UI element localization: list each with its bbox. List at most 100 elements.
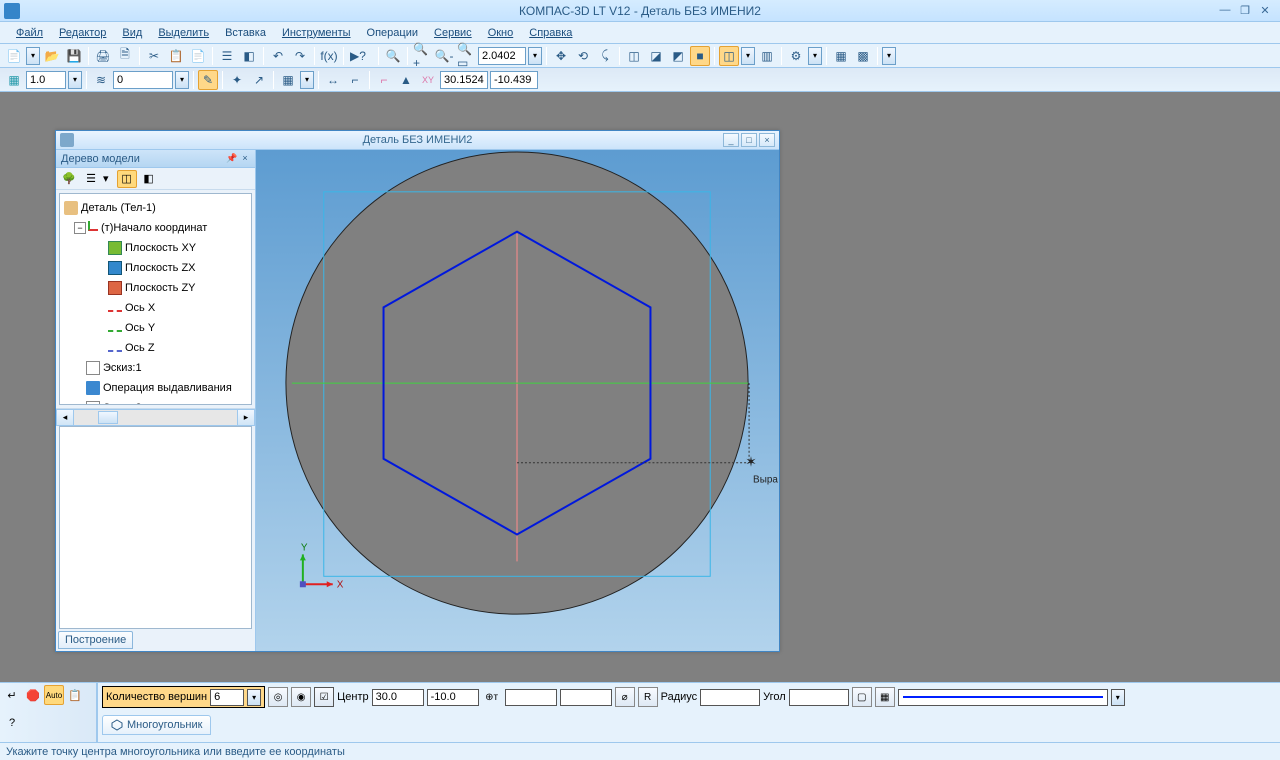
menu-file[interactable]: Файл <box>8 24 51 42</box>
tree-axis-z[interactable]: Ось Z <box>125 342 155 354</box>
radius-input[interactable] <box>700 689 760 706</box>
shaded-edges-button[interactable]: ◩ <box>668 46 688 66</box>
zoom-fit-button[interactable]: 🔍 <box>383 46 403 66</box>
help-context-button[interactable]: ▶? <box>348 46 368 66</box>
scroll-thumb[interactable] <box>98 411 118 424</box>
tree-collapse-origin[interactable]: − <box>74 222 86 234</box>
properties-button[interactable]: ☰ <box>217 46 237 66</box>
print-button[interactable]: 🖨 <box>93 46 113 66</box>
help-prop-button[interactable]: ? <box>2 713 22 733</box>
circumscribed-button[interactable]: ◉ <box>291 687 311 707</box>
radius-mode-button[interactable]: R <box>638 687 658 707</box>
scroll-left-button[interactable]: ◂ <box>56 409 74 426</box>
center-mode-button[interactable]: ☑ <box>314 687 334 707</box>
tree-origin[interactable]: (т)Начало координат <box>101 222 207 234</box>
menu-window[interactable]: Окно <box>480 24 522 42</box>
perspective-button[interactable]: ◫ <box>719 46 739 66</box>
sketch-button[interactable]: ✎ <box>198 70 218 90</box>
vertices-dropdown[interactable]: ▾ <box>247 689 261 706</box>
close-button[interactable]: ✕ <box>1256 2 1274 18</box>
line-style-select[interactable] <box>898 689 1108 706</box>
center-x-input[interactable] <box>372 689 424 706</box>
tree-axis-x[interactable]: Ось X <box>125 302 155 314</box>
copy-obj-button[interactable]: 📋 <box>65 685 85 705</box>
menu-operations[interactable]: Операции <box>359 24 426 42</box>
tree-mode-3-button[interactable]: ◫ <box>117 170 137 188</box>
new-button[interactable]: 📄 <box>4 46 24 66</box>
orbit-button[interactable]: ⤹ <box>595 46 615 66</box>
minimize-button[interactable]: — <box>1216 2 1234 18</box>
ortho-button[interactable]: ⌐ <box>345 70 365 90</box>
rebuild-button[interactable]: ▦ <box>831 46 851 66</box>
dim-button[interactable]: ↔ <box>323 70 343 90</box>
stop-button[interactable]: 🛑 <box>23 685 43 705</box>
menu-editor[interactable]: Редактор <box>51 24 114 42</box>
grid-display-button[interactable]: ▦ <box>278 70 298 90</box>
build-tab[interactable]: Построение <box>58 631 133 649</box>
snap-2-button[interactable]: ↗ <box>249 70 269 90</box>
new-dropdown[interactable]: ▾ <box>26 47 40 65</box>
copy-button[interactable]: 📋 <box>166 46 186 66</box>
doc-minimize-button[interactable]: _ <box>723 133 739 147</box>
menu-service[interactable]: Сервис <box>426 24 480 42</box>
inscribed-button[interactable]: ◎ <box>268 687 288 707</box>
hidden-lines-button[interactable]: ◪ <box>646 46 666 66</box>
section-button[interactable]: ▥ <box>757 46 777 66</box>
tree-close-button[interactable]: × <box>239 152 251 164</box>
coord-x-input[interactable] <box>440 71 488 89</box>
tool-a-dropdown[interactable]: ▾ <box>808 47 822 65</box>
snap-1-button[interactable]: ✦ <box>227 70 247 90</box>
doc-maximize-button[interactable]: □ <box>741 133 757 147</box>
tree-axis-y[interactable]: Ось Y <box>125 322 155 334</box>
menu-help[interactable]: Справка <box>521 24 580 42</box>
enter-button[interactable]: ↵ <box>2 685 22 705</box>
menu-insert[interactable]: Вставка <box>217 24 274 42</box>
tool-a-button[interactable]: ⚙ <box>786 46 806 66</box>
tree-root[interactable]: Деталь (Тел-1) <box>81 202 156 214</box>
menu-view[interactable]: Вид <box>114 24 150 42</box>
redo-button[interactable]: ↷ <box>290 46 310 66</box>
shaded-button[interactable]: ■ <box>690 46 710 66</box>
save-button[interactable]: 💾 <box>64 46 84 66</box>
rebuild-all-button[interactable]: ▩ <box>853 46 873 66</box>
cut-button[interactable]: ✂ <box>144 46 164 66</box>
angle-input[interactable] <box>789 689 849 706</box>
tree-mode-4-button[interactable]: ◧ <box>139 170 159 188</box>
line-style-dropdown[interactable]: ▾ <box>1111 689 1125 706</box>
doc-close-button[interactable]: × <box>759 133 775 147</box>
undo-button[interactable]: ↶ <box>268 46 288 66</box>
vertices-input[interactable] <box>210 689 244 706</box>
maximize-button[interactable]: ❐ <box>1236 2 1254 18</box>
axis-button[interactable]: ▢ <box>852 687 872 707</box>
round-button[interactable]: ⌐ <box>374 70 394 90</box>
point-y-input[interactable] <box>560 689 612 706</box>
pan-button[interactable]: ✥ <box>551 46 571 66</box>
layer-button[interactable]: ≋ <box>91 70 111 90</box>
polygon-tab[interactable]: Многоугольник <box>102 715 211 735</box>
scale-dropdown[interactable]: ▾ <box>68 71 82 89</box>
open-button[interactable]: 📂 <box>42 46 62 66</box>
rotate-button[interactable]: ⟲ <box>573 46 593 66</box>
style-button[interactable]: ▦ <box>875 687 895 707</box>
viewport-3d[interactable]: ✶ Выра X Y <box>256 150 779 651</box>
center-y-input[interactable] <box>427 689 479 706</box>
more-dropdown[interactable]: ▾ <box>882 47 896 65</box>
point-pick-button[interactable]: ⊕т <box>482 687 502 707</box>
layer-input[interactable] <box>113 71 173 89</box>
scale-input[interactable] <box>26 71 66 89</box>
point-x-input[interactable] <box>505 689 557 706</box>
zoom-in-button[interactable]: 🔍+ <box>412 46 432 66</box>
auto-button[interactable]: Auto <box>44 685 64 705</box>
preview-button[interactable]: 🗎 <box>115 46 135 66</box>
tree-scrollbar[interactable]: ◂ ▸ <box>56 408 255 426</box>
tree-sketch-1[interactable]: Эскиз:1 <box>103 362 142 374</box>
menu-instruments[interactable]: Инструменты <box>274 24 359 42</box>
tree-plane-zy[interactable]: Плоскость ZY <box>125 282 196 294</box>
grid-dropdown[interactable]: ▾ <box>300 71 314 89</box>
menu-select[interactable]: Выделить <box>150 24 217 42</box>
scroll-right-button[interactable]: ▸ <box>237 409 255 426</box>
layer-dropdown[interactable]: ▾ <box>175 71 189 89</box>
grid-button[interactable]: ▦ <box>4 70 24 90</box>
variables-button[interactable]: ◧ <box>239 46 259 66</box>
zoom-dropdown[interactable]: ▾ <box>528 47 542 65</box>
